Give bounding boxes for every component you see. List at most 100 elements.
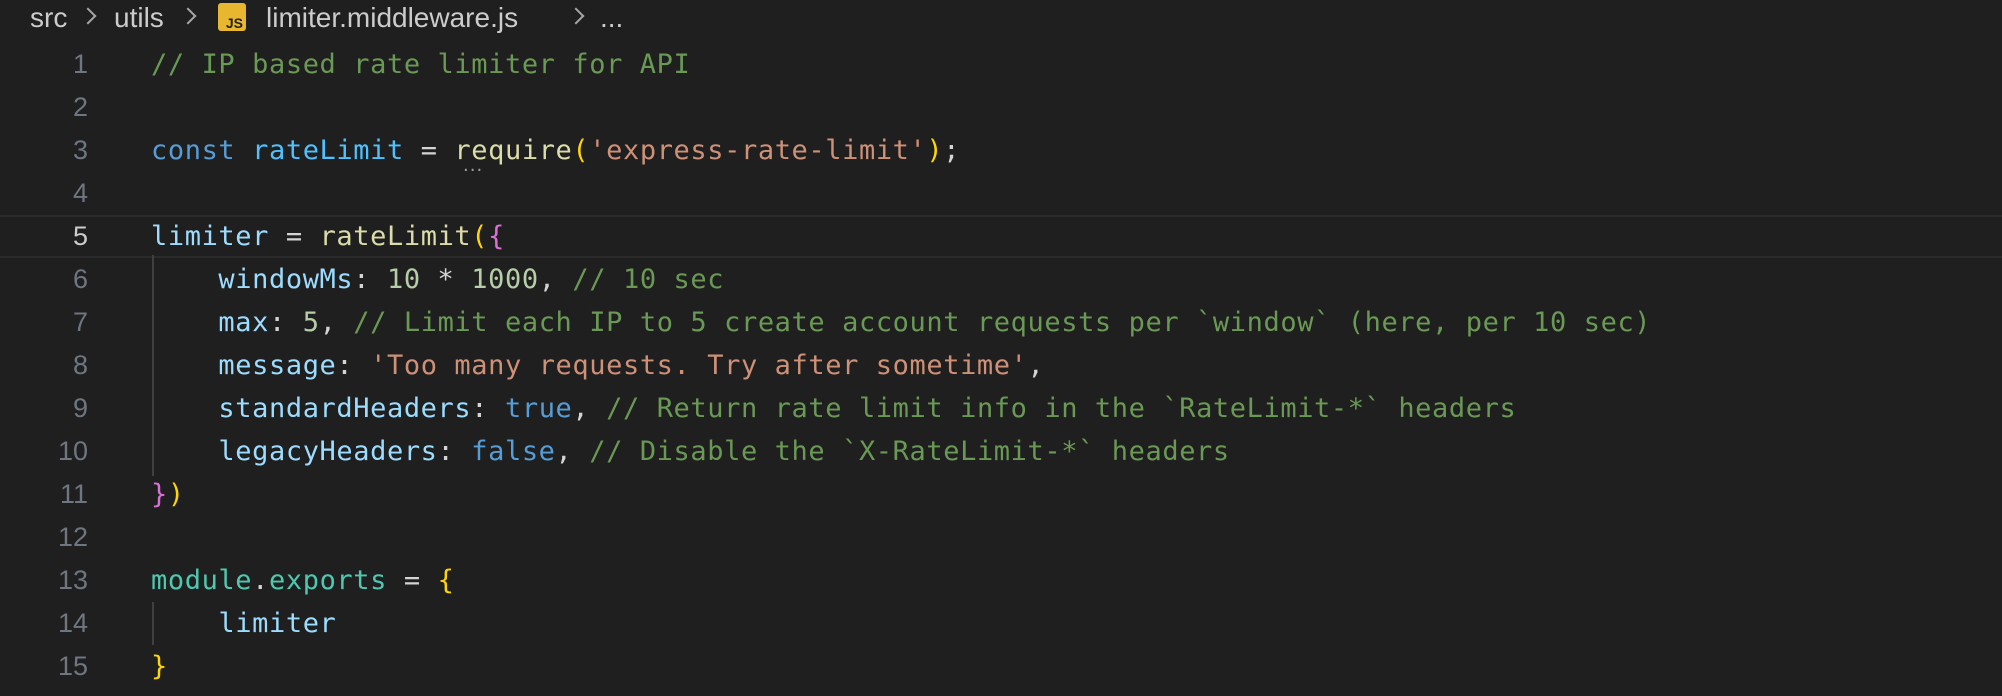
code-token: ( xyxy=(471,221,489,252)
line-number: 13 xyxy=(57,565,88,595)
code-token: = xyxy=(387,565,438,596)
code-line[interactable]: 7 max: 5, // Limit each IP to 5 create a… xyxy=(0,301,2002,344)
code-line[interactable]: 1 // IP based rate limiter for API xyxy=(0,43,2002,86)
line-number: 3 xyxy=(72,135,88,165)
code-token: limiter xyxy=(218,608,337,639)
code-text: message: 'Too many requests. Try after s… xyxy=(151,344,1044,387)
line-number: 10 xyxy=(57,436,88,466)
code-token: : xyxy=(269,307,303,338)
code-token: ) xyxy=(926,135,944,166)
code-token: : xyxy=(471,393,505,424)
code-line[interactable]: 2 xyxy=(0,86,2002,129)
code-line[interactable]: 8 message: 'Too many requests. Try after… xyxy=(0,344,2002,387)
chevron-right-icon xyxy=(79,7,97,25)
code-token: ( xyxy=(572,135,590,166)
code-line[interactable]: 15} xyxy=(0,645,2002,688)
line-number: 5 xyxy=(72,221,88,251)
code-text: legacyHeaders: false, // Disable the `X-… xyxy=(151,430,1230,473)
code-token: 1000 xyxy=(471,264,539,295)
code-token: 'Too many requests. Try after sometime' xyxy=(370,350,1028,381)
line-number: 14 xyxy=(57,608,88,638)
code-token: standardHeaders xyxy=(218,393,472,424)
code-editor[interactable]: 1 // IP based rate limiter for API 2 3 const… xyxy=(0,43,2002,688)
code-token: // 10 sec xyxy=(572,264,725,295)
code-text: limiter = rateLimit({ xyxy=(151,215,505,258)
code-text: } xyxy=(151,645,168,688)
line-number: 12 xyxy=(57,522,88,552)
code-line[interactable]: 5 limiter = rateLimit({ xyxy=(0,215,2002,258)
code-token: limiter xyxy=(151,221,269,252)
line-number: 1 xyxy=(72,49,88,79)
code-token: legacyHeaders xyxy=(218,436,438,467)
indent-guide xyxy=(152,255,154,476)
code-token: message xyxy=(218,350,337,381)
file-icon-label: JS xyxy=(225,15,243,31)
code-text: }) xyxy=(151,473,185,516)
ellipsis-icon[interactable]: ··· xyxy=(463,160,483,181)
code-token: , xyxy=(1027,350,1045,381)
code-token: = xyxy=(403,135,455,166)
code-text: limiter xyxy=(151,602,336,645)
code-token: : xyxy=(336,350,371,381)
line-number: 8 xyxy=(72,350,88,380)
code-line[interactable]: 10 legacyHeaders: false, // Disable the … xyxy=(0,430,2002,473)
code-token: : xyxy=(437,436,472,467)
breadcrumb: src utils JS limiter.middleware.js ... xyxy=(0,0,2002,36)
chevron-right-icon xyxy=(567,7,585,25)
code-token: // Return rate limit info in the `RateLi… xyxy=(606,393,1517,424)
code-token: rateLimit xyxy=(319,221,472,252)
code-token: rateLimit xyxy=(252,135,404,166)
code-token: 'express-rate-limit' xyxy=(589,135,927,166)
code-token: , xyxy=(572,393,607,424)
code-token: // Limit each IP to 5 create account req… xyxy=(353,307,1652,338)
code-token: , xyxy=(555,436,590,467)
code-line[interactable]: 11}) xyxy=(0,473,2002,516)
code-line[interactable]: 9 standardHeaders: true, // Return rate … xyxy=(0,387,2002,430)
code-text: module.exports = { xyxy=(151,559,454,602)
code-token: ) xyxy=(167,479,185,510)
breadcrumb-item-file[interactable]: limiter.middleware.js xyxy=(266,0,518,36)
line-number: 15 xyxy=(57,651,88,681)
code-token: ; xyxy=(943,135,961,166)
code-token: = xyxy=(269,221,320,252)
breadcrumb-item-src[interactable]: src xyxy=(30,0,67,36)
code-token: // Disable the `X-RateLimit-*` headers xyxy=(589,436,1230,467)
code-token: 5 xyxy=(302,307,320,338)
code-line[interactable]: 13 module.exports = { xyxy=(0,559,2002,602)
code-token: 10 xyxy=(386,264,421,295)
code-token: { xyxy=(488,221,505,252)
code-token: , xyxy=(538,264,573,295)
javascript-file-icon: JS xyxy=(218,3,246,31)
code-token: windowMs xyxy=(218,264,354,295)
code-line[interactable]: 3 const rateLimit = require('express-rate… xyxy=(0,129,2002,172)
code-text: const rateLimit = require('express-rate-… xyxy=(151,129,960,172)
code-token: exports xyxy=(269,565,387,596)
breadcrumb-item-symbols[interactable]: ... xyxy=(600,0,623,36)
breadcrumb-item-utils[interactable]: utils xyxy=(114,0,164,36)
code-text: // IP based rate limiter for API xyxy=(151,43,690,86)
code-line[interactable]: 4 xyxy=(0,172,2002,215)
code-token: : xyxy=(353,264,387,295)
code-token: } xyxy=(151,651,168,682)
line-number: 6 xyxy=(72,264,88,294)
code-token: false xyxy=(471,436,556,467)
line-number: 9 xyxy=(72,393,88,423)
line-number: 4 xyxy=(72,178,88,208)
code-token: } xyxy=(151,479,168,510)
code-token: true xyxy=(504,393,573,424)
code-text: max: 5, // Limit each IP to 5 create acc… xyxy=(151,301,1651,344)
code-token: , xyxy=(319,307,354,338)
code-line[interactable]: 14 limiter xyxy=(0,602,2002,645)
chevron-right-icon xyxy=(179,7,197,25)
code-line[interactable]: 12 xyxy=(0,516,2002,559)
indent-guide xyxy=(152,602,154,645)
code-line[interactable]: 6 windowMs: 10 * 1000, // 10 sec xyxy=(0,258,2002,301)
code-token: . xyxy=(252,565,269,596)
line-number: 11 xyxy=(59,479,88,509)
